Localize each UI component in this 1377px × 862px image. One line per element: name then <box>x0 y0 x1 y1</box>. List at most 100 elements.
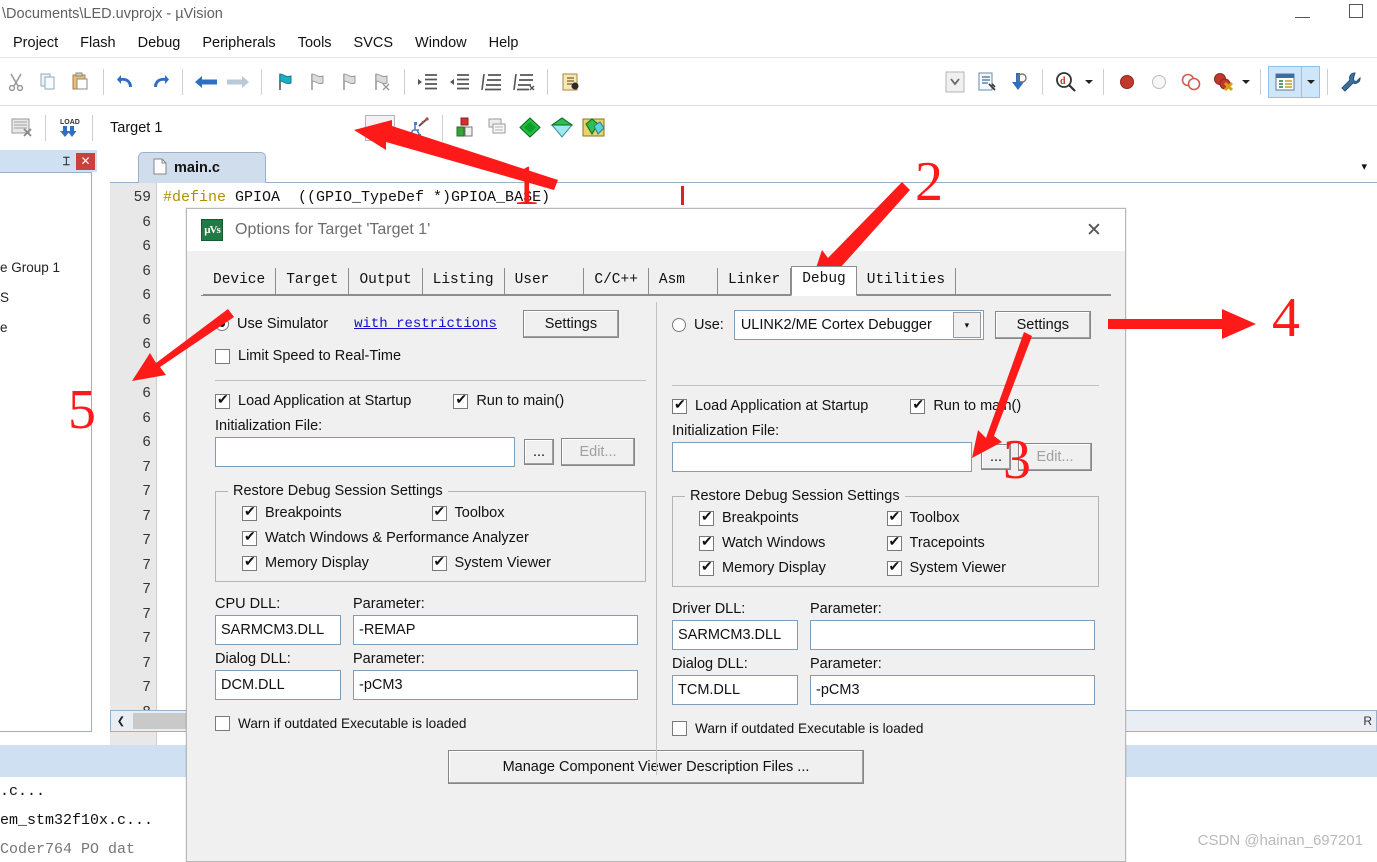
sim-load-application-checkbox[interactable] <box>215 391 230 409</box>
menu-item-svcs[interactable]: SVCS <box>343 33 405 53</box>
dbg-init-file-input[interactable] <box>672 442 972 472</box>
use-debugger-radio[interactable] <box>672 318 686 332</box>
tab-debug[interactable]: Debug <box>791 266 857 296</box>
debugger-select-arrow[interactable]: ▾ <box>952 312 981 338</box>
dbg-tracepoints-checkbox[interactable] <box>886 533 902 551</box>
menu-item-project[interactable]: Project <box>2 33 69 53</box>
find-in-files-icon[interactable]: d <box>1050 65 1082 99</box>
close-icon[interactable]: ✕ <box>76 152 95 170</box>
outdent-icon[interactable] <box>444 65 476 99</box>
sim-dialog-dll-input[interactable]: DCM.DLL <box>215 670 341 700</box>
tab-utilities[interactable]: Utilities <box>856 268 957 295</box>
configure-icon[interactable] <box>971 65 1003 99</box>
breakpoint-dropdown-icon[interactable] <box>1239 65 1253 99</box>
batch-setup-icon[interactable] <box>578 111 610 145</box>
target-selector-label[interactable]: Target 1 <box>100 120 300 136</box>
sim-breakpoints-checkbox[interactable] <box>242 503 257 521</box>
dbg-driver-param-input[interactable] <box>810 620 1095 650</box>
bookmark-prev-icon[interactable] <box>301 65 333 99</box>
menu-item-debug[interactable]: Debug <box>127 33 192 53</box>
editor-tab-main-c[interactable]: main.c <box>138 152 266 183</box>
menu-item-tools[interactable]: Tools <box>287 33 343 53</box>
build-icon[interactable] <box>514 111 546 145</box>
breakpoint-disable-all-icon[interactable] <box>1175 65 1207 99</box>
dbg-system-viewer-checkbox[interactable] <box>886 558 902 576</box>
sim-run-to-main-checkbox[interactable] <box>453 391 469 409</box>
build-tools-icon[interactable] <box>1335 65 1367 99</box>
sim-init-file-browse-button[interactable]: ... <box>524 439 554 465</box>
debugger-select[interactable]: ULINK2/ME Cortex Debugger ▾ <box>733 310 984 340</box>
menu-item-window[interactable]: Window <box>404 33 478 53</box>
dropdown-icon[interactable] <box>939 65 971 99</box>
magic-wand-options-icon[interactable] <box>403 111 435 145</box>
dbg-dialog-param-input[interactable]: -pCM3 <box>810 675 1095 705</box>
sim-warn-outdated-checkbox[interactable] <box>215 716 230 731</box>
find-dropdown-icon[interactable] <box>1082 65 1096 99</box>
breakpoint-kill-all-icon[interactable] <box>1207 65 1239 99</box>
download-icon[interactable]: LOAD <box>53 111 85 145</box>
dbg-load-application-checkbox[interactable] <box>672 396 687 414</box>
simulator-settings-button[interactable]: Settings <box>522 310 619 338</box>
undo-icon[interactable] <box>111 65 143 99</box>
bookmark-next-icon[interactable] <box>333 65 365 99</box>
breakpoint-disable-icon[interactable] <box>1143 65 1175 99</box>
open-file-icon[interactable] <box>555 65 587 99</box>
chevron-down-icon[interactable]: ▾ <box>1361 160 1367 173</box>
copy-icon[interactable] <box>32 65 64 99</box>
tab-asm[interactable]: Asm <box>648 268 719 295</box>
dbg-warn-outdated-checkbox[interactable] <box>672 721 687 736</box>
dbg-run-to-main-checkbox[interactable] <box>910 396 926 414</box>
project-window-dropdown-icon[interactable] <box>1302 65 1320 98</box>
maximize-button[interactable] <box>1343 0 1369 28</box>
target-selector-arrow[interactable]: ▾ <box>365 115 395 141</box>
batch-build-icon[interactable] <box>6 111 38 145</box>
menu-item-peripherals[interactable]: Peripherals <box>191 33 286 53</box>
dbg-toolbox-checkbox[interactable] <box>886 508 902 526</box>
tab-c-cpp[interactable]: C/C++ <box>584 268 649 295</box>
scroll-right-icon[interactable]: R <box>1363 714 1372 728</box>
breakpoint-insert-icon[interactable] <box>1111 65 1143 99</box>
tab-user[interactable]: User <box>504 268 585 295</box>
tab-device[interactable]: Device <box>203 268 277 295</box>
navigate-forward-icon[interactable] <box>222 65 254 99</box>
dialog-close-button[interactable]: ✕ <box>1081 217 1107 243</box>
sim-watch-windows-checkbox[interactable] <box>242 528 257 546</box>
navigate-back-icon[interactable] <box>190 65 222 99</box>
sim-system-viewer-checkbox[interactable] <box>431 553 447 571</box>
rebuild-icon[interactable] <box>546 111 578 145</box>
cut-icon[interactable] <box>0 65 32 99</box>
redo-icon[interactable] <box>143 65 175 99</box>
tab-listing[interactable]: Listing <box>422 268 505 295</box>
tab-target[interactable]: Target <box>276 268 350 295</box>
comment-icon[interactable] <box>476 65 508 99</box>
minimize-button[interactable] <box>1289 0 1315 28</box>
dbg-watch-windows-checkbox[interactable] <box>699 533 714 551</box>
scroll-left-icon[interactable]: ❮ <box>111 711 131 731</box>
sim-memory-display-checkbox[interactable] <box>242 553 257 571</box>
with-restrictions-link[interactable]: with restrictions <box>354 316 497 332</box>
uncomment-icon[interactable] <box>508 65 540 99</box>
dbg-dialog-dll-input[interactable]: TCM.DLL <box>672 675 798 705</box>
sim-init-file-input[interactable] <box>215 437 515 467</box>
sim-toolbox-checkbox[interactable] <box>431 503 447 521</box>
project-window-icon[interactable] <box>1268 65 1302 98</box>
pin-icon[interactable]: ⌶ <box>63 154 70 169</box>
tree-item-0[interactable]: e Group 1 <box>0 253 91 283</box>
menu-item-flash[interactable]: Flash <box>69 33 126 53</box>
dbg-breakpoints-checkbox[interactable] <box>699 508 714 526</box>
use-simulator-radio[interactable] <box>215 317 229 331</box>
tree-item-1[interactable]: S <box>0 283 91 313</box>
tree-item-2[interactable]: e <box>0 313 91 343</box>
sim-dialog-param-input[interactable]: -pCM3 <box>353 670 638 700</box>
menu-item-help[interactable]: Help <box>478 33 530 53</box>
sim-cpu-dll-input[interactable]: SARMCM3.DLL <box>215 615 341 645</box>
debugger-settings-button[interactable]: Settings <box>994 311 1091 339</box>
dbg-memory-display-checkbox[interactable] <box>699 558 714 576</box>
debug-settings-icon[interactable] <box>1003 65 1035 99</box>
multi-project-icon[interactable] <box>482 111 514 145</box>
tab-output[interactable]: Output <box>349 268 423 295</box>
manage-project-items-icon[interactable] <box>450 111 482 145</box>
bookmark-clear-icon[interactable] <box>365 65 397 99</box>
indent-icon[interactable] <box>412 65 444 99</box>
bookmark-toggle-icon[interactable] <box>269 65 301 99</box>
